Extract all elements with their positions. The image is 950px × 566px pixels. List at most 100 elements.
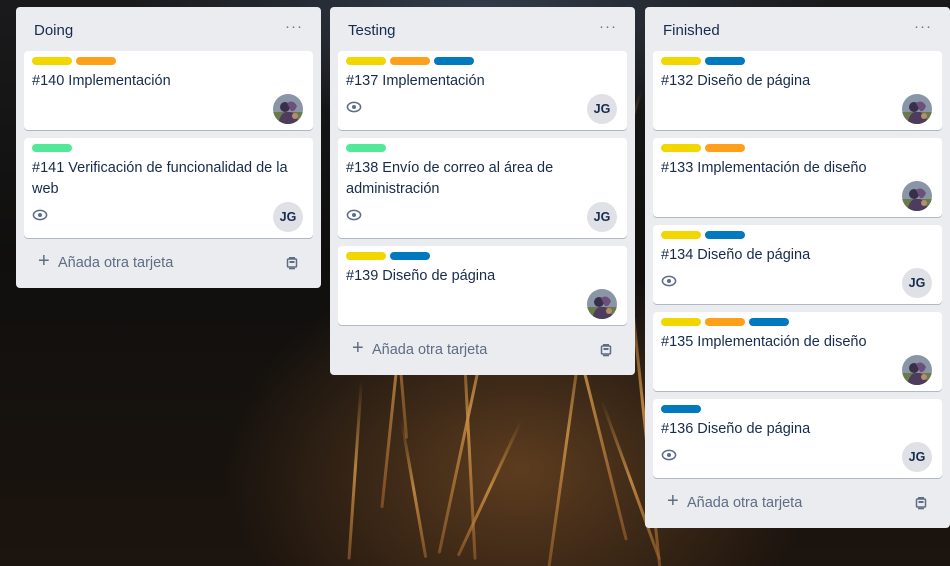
card[interactable]: #141 Verificación de funcionalidad de la… bbox=[24, 138, 313, 238]
add-card-button[interactable]: + Añada otra tarjeta bbox=[338, 333, 627, 367]
label-orange[interactable] bbox=[705, 144, 745, 152]
avatar[interactable] bbox=[273, 94, 303, 124]
label-orange[interactable] bbox=[705, 318, 745, 326]
card-labels bbox=[346, 252, 619, 262]
list-header: Finished ··· bbox=[653, 7, 942, 51]
avatar[interactable] bbox=[587, 289, 617, 319]
avatar[interactable] bbox=[902, 181, 932, 211]
card-title: #135 Implementación de diseño bbox=[661, 334, 867, 350]
label-yellow[interactable] bbox=[346, 57, 386, 65]
label-yellow[interactable] bbox=[32, 57, 72, 65]
card[interactable]: #138 Envío de correo al área de administ… bbox=[338, 138, 627, 238]
avatar-initials[interactable]: JG bbox=[902, 268, 932, 298]
card-title: #139 Diseño de página bbox=[346, 268, 496, 284]
label-orange[interactable] bbox=[76, 57, 116, 65]
add-card-label: Añada otra tarjeta bbox=[687, 495, 803, 511]
avatar[interactable] bbox=[902, 94, 932, 124]
label-yellow[interactable] bbox=[661, 318, 701, 326]
list-doing: Doing ··· #140 Implementación #141 Verifica… bbox=[16, 7, 321, 288]
label-blue[interactable] bbox=[705, 57, 745, 65]
card-badges bbox=[346, 289, 619, 319]
background-strand bbox=[400, 419, 428, 559]
avatar-initials[interactable]: JG bbox=[902, 442, 932, 472]
card-title: #140 Implementación bbox=[32, 73, 171, 89]
list-title[interactable]: Testing bbox=[348, 22, 396, 39]
card[interactable]: #134 Diseño de página JG bbox=[653, 225, 942, 304]
eye-icon bbox=[346, 208, 362, 221]
card-labels bbox=[661, 144, 934, 154]
label-blue[interactable] bbox=[705, 231, 745, 239]
label-orange[interactable] bbox=[390, 57, 430, 65]
list-testing: Testing ··· #137 Implementación JG #138 Enví… bbox=[330, 7, 635, 375]
card[interactable]: #139 Diseño de página bbox=[338, 246, 627, 325]
card-labels bbox=[661, 318, 934, 328]
plus-icon: + bbox=[38, 250, 50, 272]
list-menu-ellipsis-icon[interactable]: ··· bbox=[285, 18, 303, 35]
card-title: #133 Implementación de diseño bbox=[661, 160, 867, 176]
plus-icon: + bbox=[352, 337, 364, 359]
eye-icon bbox=[32, 208, 48, 221]
avatar[interactable] bbox=[902, 355, 932, 385]
card-labels bbox=[346, 144, 619, 154]
eye-icon bbox=[661, 448, 677, 461]
card-title: #141 Verificación de funcionalidad de la… bbox=[32, 160, 288, 197]
list-header: Doing ··· bbox=[24, 7, 313, 51]
list-menu-ellipsis-icon[interactable]: ··· bbox=[599, 18, 617, 35]
add-card-label: Añada otra tarjeta bbox=[372, 342, 488, 358]
list-title[interactable]: Doing bbox=[34, 22, 73, 39]
card-labels bbox=[661, 57, 934, 67]
label-yellow[interactable] bbox=[346, 252, 386, 260]
card-badges bbox=[661, 94, 934, 124]
card-badges: JG bbox=[32, 202, 305, 232]
label-blue[interactable] bbox=[434, 57, 474, 65]
avatar-initials[interactable]: JG bbox=[587, 94, 617, 124]
card-badges: JG bbox=[661, 442, 934, 472]
label-blue[interactable] bbox=[749, 318, 789, 326]
card-template-icon[interactable] bbox=[599, 343, 613, 357]
card-badges: JG bbox=[346, 94, 619, 124]
label-yellow[interactable] bbox=[661, 231, 701, 239]
card[interactable]: #132 Diseño de página bbox=[653, 51, 942, 130]
add-card-button[interactable]: + Añada otra tarjeta bbox=[653, 486, 942, 520]
card-title: #134 Diseño de página bbox=[661, 247, 811, 263]
plus-icon: + bbox=[667, 490, 679, 512]
card[interactable]: #135 Implementación de diseño bbox=[653, 312, 942, 391]
card[interactable]: #133 Implementación de diseño bbox=[653, 138, 942, 217]
label-mint[interactable] bbox=[32, 144, 72, 152]
card-labels bbox=[32, 144, 305, 154]
card-title: #132 Diseño de página bbox=[661, 73, 811, 89]
label-blue[interactable] bbox=[390, 252, 430, 260]
card[interactable]: #140 Implementación bbox=[24, 51, 313, 130]
card-badges: JG bbox=[346, 202, 619, 232]
eye-icon bbox=[346, 100, 362, 113]
label-yellow[interactable] bbox=[661, 144, 701, 152]
label-yellow[interactable] bbox=[661, 57, 701, 65]
label-mint[interactable] bbox=[346, 144, 386, 152]
avatar-initials[interactable]: JG bbox=[273, 202, 303, 232]
card-badges bbox=[661, 355, 934, 385]
card-title: #138 Envío de correo al área de administ… bbox=[346, 160, 554, 197]
list-finished: Finished ··· #132 Diseño de página #133 Imp… bbox=[645, 7, 950, 528]
card-labels bbox=[661, 405, 934, 415]
card-template-icon[interactable] bbox=[285, 256, 299, 270]
card-labels bbox=[346, 57, 619, 67]
background-strand bbox=[347, 379, 363, 560]
card-title: #137 Implementación bbox=[346, 73, 485, 89]
card-template-icon[interactable] bbox=[914, 496, 928, 510]
avatar-initials[interactable]: JG bbox=[587, 202, 617, 232]
card-labels bbox=[32, 57, 305, 67]
list-menu-ellipsis-icon[interactable]: ··· bbox=[914, 18, 932, 35]
add-card-label: Añada otra tarjeta bbox=[58, 255, 174, 271]
eye-icon bbox=[661, 274, 677, 287]
card[interactable]: #137 Implementación JG bbox=[338, 51, 627, 130]
list-header: Testing ··· bbox=[338, 7, 627, 51]
list-title[interactable]: Finished bbox=[663, 22, 720, 39]
card-title: #136 Diseño de página bbox=[661, 421, 811, 437]
card-labels bbox=[661, 231, 934, 241]
card[interactable]: #136 Diseño de página JG bbox=[653, 399, 942, 478]
add-card-button[interactable]: + Añada otra tarjeta bbox=[24, 246, 313, 280]
card-badges bbox=[32, 94, 305, 124]
label-blue[interactable] bbox=[661, 405, 701, 413]
card-badges: JG bbox=[661, 268, 934, 298]
card-badges bbox=[661, 181, 934, 211]
